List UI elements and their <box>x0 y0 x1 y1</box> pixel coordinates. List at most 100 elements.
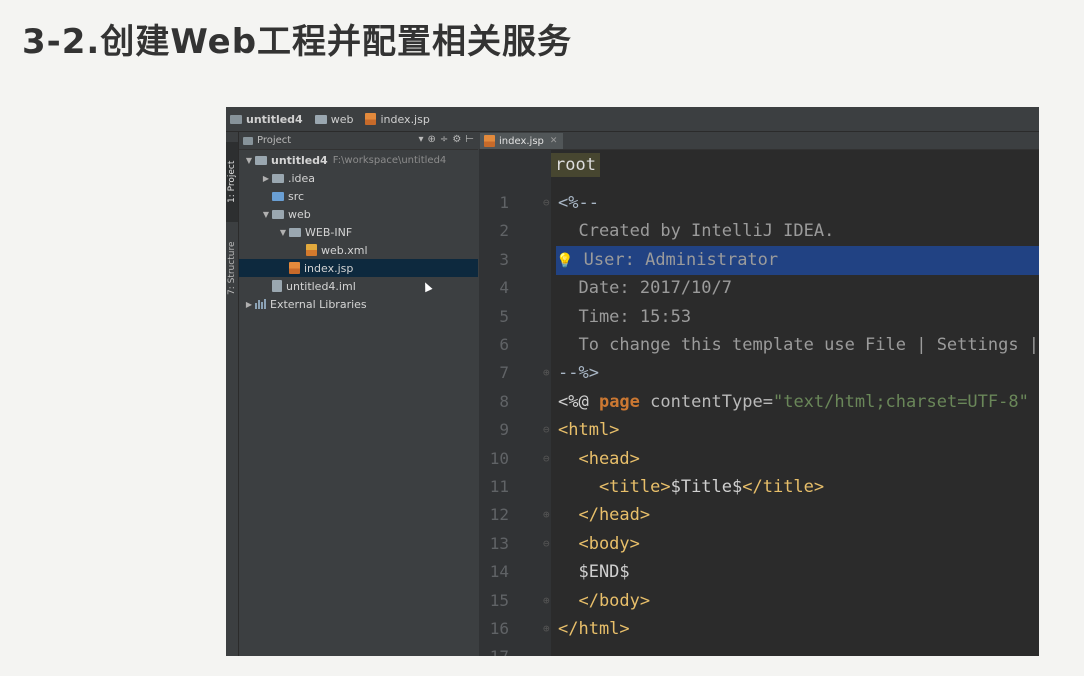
code-line[interactable]: 7 ⊕ --%> <box>479 359 1039 387</box>
collapse-all-icon[interactable]: ÷ <box>440 134 448 145</box>
code-line[interactable]: 5 Time: 15:53 <box>479 303 1039 331</box>
code-text: <head> <box>558 448 640 469</box>
code-text: 💡 User: Administrator <box>556 245 1039 275</box>
editor-tab-bar: index.jsp ✕ <box>479 132 1039 150</box>
line-number: 14 <box>489 562 509 582</box>
nav-file[interactable]: index.jsp <box>365 113 430 126</box>
code-line[interactable]: 13 ⊖ <body> <box>479 530 1039 558</box>
fold-marker-icon[interactable]: ⊕ <box>543 501 550 529</box>
code-line[interactable]: 17 <box>479 643 1039 656</box>
ide-window: untitled4 web index.jsp 1: Project 7: St… <box>226 107 1039 656</box>
project-folder-icon <box>230 114 242 124</box>
fold-marker-icon[interactable]: ⊖ <box>543 416 550 444</box>
code-line[interactable]: 16 ⊕ </html> <box>479 615 1039 643</box>
fold-marker-icon[interactable]: ⊕ <box>543 615 550 643</box>
folder-icon <box>255 155 267 165</box>
code-line[interactable]: 11 <title>$Title$</title> <box>479 473 1039 501</box>
scroll-from-source-icon[interactable]: ⊕ <box>428 134 436 145</box>
fold-marker-icon[interactable]: ⊕ <box>543 359 550 387</box>
expanded-arrow-icon[interactable]: ▼ <box>243 156 255 165</box>
line-number: 9 <box>499 420 509 440</box>
code-text: Created by IntelliJ IDEA. <box>558 221 835 242</box>
tree-item-label: .idea <box>288 171 316 185</box>
code-line[interactable]: 9 ⊖ <html> <box>479 416 1039 444</box>
tree-item[interactable]: ▼ web <box>239 205 478 223</box>
collapsed-arrow-icon[interactable]: ▶ <box>260 174 272 183</box>
line-number: 5 <box>499 306 509 326</box>
nav-folder[interactable]: web <box>314 112 354 126</box>
line-number: 3 <box>499 249 509 269</box>
structure-tool-tab[interactable]: 7: Structure <box>226 228 238 308</box>
fold-marker-icon[interactable]: ⊖ <box>543 530 550 558</box>
breadcrumb-root[interactable]: root <box>551 153 600 177</box>
editor-tab-index-jsp[interactable]: index.jsp ✕ <box>480 133 564 149</box>
close-icon[interactable]: ✕ <box>550 136 558 146</box>
tree-item-label: web <box>288 207 311 221</box>
folder-icon <box>272 173 284 183</box>
code-editor[interactable]: index.jsp ✕ 1 ⊖ <%-- 2 Created by IntelliJ … <box>479 132 1039 656</box>
nav-project-label: untitled4 <box>246 112 303 126</box>
tree-item[interactable]: ▶ .idea <box>239 169 478 187</box>
project-panel-title[interactable]: Project <box>257 135 291 146</box>
hide-panel-icon[interactable]: ⊢ <box>465 134 474 145</box>
slide-title: 3-2.创建Web工程并配置相关服务 <box>22 22 573 62</box>
code-line[interactable]: 8 <%@ page contentType="text/html;charset… <box>479 388 1039 416</box>
code-text: </body> <box>558 590 651 611</box>
line-number: 2 <box>499 221 509 241</box>
line-number: 15 <box>489 590 509 610</box>
code-line[interactable]: 3 💡 User: Administrator <box>479 245 1039 275</box>
folder-icon <box>272 209 284 219</box>
code-line[interactable]: 1 ⊖ <%-- <box>479 189 1039 217</box>
tree-item[interactable]: ▼ untitled4 F:\workspace\untitled4 <box>239 151 478 169</box>
tree-item[interactable]: src <box>239 187 478 205</box>
tree-item[interactable]: ▶ External Libraries <box>239 295 478 313</box>
dropdown-arrow-icon[interactable]: ▾ <box>419 134 424 145</box>
tree-item[interactable]: index.jsp <box>239 259 478 277</box>
line-number: 6 <box>499 335 509 354</box>
project-panel-header: Project ▾ ⊕ ÷ ⚙ ⊢ <box>239 132 478 150</box>
line-number: 13 <box>489 533 509 553</box>
line-number: 4 <box>499 278 509 298</box>
line-number: 10 <box>489 448 509 468</box>
folder-icon <box>314 114 327 124</box>
expanded-arrow-icon[interactable]: ▼ <box>277 228 289 237</box>
line-number: 8 <box>499 391 509 411</box>
code-line[interactable]: 15 ⊕ </body> <box>479 587 1039 615</box>
code-line[interactable]: 4 Date: 2017/10/7 <box>479 274 1039 302</box>
folder-icon <box>289 227 301 237</box>
project-tool-tab[interactable]: 1: Project <box>226 142 238 222</box>
code-line[interactable]: 12 ⊕ </head> <box>479 501 1039 529</box>
code-text: To change this template use File | Setti… <box>578 335 1039 355</box>
jsp-file-icon <box>289 262 300 274</box>
code-text: <%@ page contentType="text/html;charset=… <box>558 391 1029 412</box>
expanded-arrow-icon[interactable]: ▼ <box>260 210 272 219</box>
nav-project[interactable]: untitled4 <box>230 113 303 126</box>
tree-item[interactable]: untitled4.iml <box>239 277 478 295</box>
tree-item[interactable]: ▼ WEB-INF <box>239 223 478 241</box>
lightbulb-icon[interactable]: 💡 <box>556 253 573 269</box>
project-panel: Project ▾ ⊕ ÷ ⚙ ⊢ ▼ untitled4 F:\workspace… <box>239 132 478 656</box>
fold-marker-icon[interactable]: ⊕ <box>543 587 550 615</box>
line-number: 7 <box>499 363 509 383</box>
gear-icon[interactable]: ⚙ <box>452 134 461 145</box>
jsp-file-icon <box>365 113 377 125</box>
fold-marker-icon[interactable]: ⊖ <box>543 189 550 217</box>
tree-item[interactable]: web.xml <box>239 241 478 259</box>
tree-item-label: WEB-INF <box>305 225 353 239</box>
line-number: 16 <box>489 619 509 638</box>
code-text: --%> <box>558 363 599 384</box>
nav-folder-label: web <box>330 112 354 126</box>
code-line[interactable]: 6 To change this template use File | Set… <box>479 331 1039 359</box>
code-text: <html> <box>558 420 620 441</box>
fold-marker-icon[interactable]: ⊖ <box>543 445 550 473</box>
navigation-bar: untitled4 web index.jsp <box>226 107 1039 132</box>
code-line[interactable]: 2 Created by IntelliJ IDEA. <box>479 217 1039 245</box>
tree-item-label: untitled4.iml <box>286 279 356 293</box>
code-line[interactable]: 10 ⊖ <head> <box>479 445 1039 473</box>
code-line[interactable]: 14 $END$ <box>479 558 1039 586</box>
code-text: <body> <box>558 533 640 554</box>
code-text: Time: 15:53 <box>558 306 692 327</box>
collapsed-arrow-icon[interactable]: ▶ <box>243 300 255 309</box>
source-folder-icon <box>272 191 284 201</box>
code-text: Date: 2017/10/7 <box>558 278 732 299</box>
